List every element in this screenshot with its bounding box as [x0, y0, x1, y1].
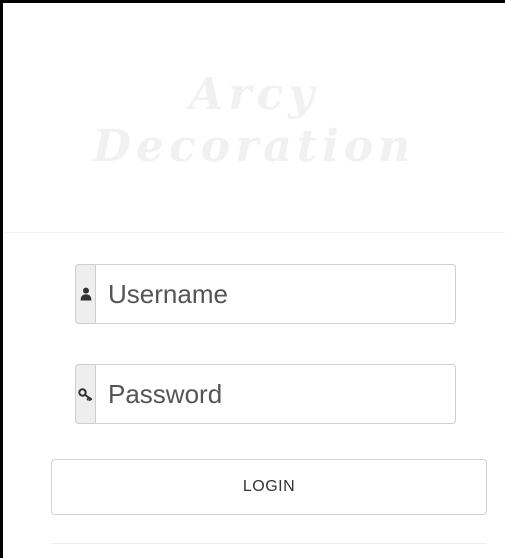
login-window: Arcy Decoration LOGIN	[0, 0, 505, 558]
footer-divider	[51, 543, 487, 544]
brand-logo: Arcy Decoration	[3, 3, 505, 232]
password-group	[75, 364, 456, 424]
login-button[interactable]: LOGIN	[51, 459, 487, 515]
header-divider	[3, 232, 505, 233]
username-group	[75, 264, 456, 324]
brand-line-1: Arcy	[189, 68, 319, 120]
user-icon	[75, 264, 95, 324]
key-icon	[75, 364, 95, 424]
username-input[interactable]	[95, 264, 456, 324]
brand-line-2: Decoration	[92, 120, 416, 172]
password-input[interactable]	[95, 364, 456, 424]
